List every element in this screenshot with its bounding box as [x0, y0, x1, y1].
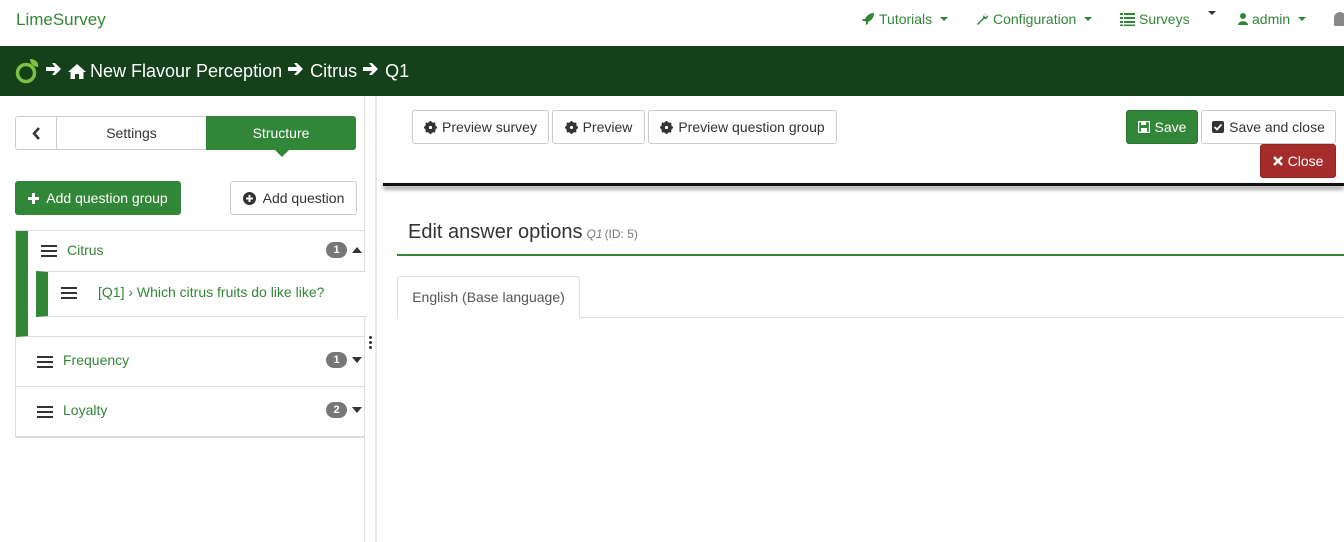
resize-handle-icon[interactable]	[369, 336, 372, 349]
caret-down-icon	[1208, 11, 1216, 15]
preview-question-group-button[interactable]: Preview question group	[648, 110, 837, 144]
list-icon	[1120, 12, 1135, 26]
drag-handle-icon[interactable]	[41, 245, 57, 257]
drag-handle-icon[interactable]	[61, 287, 77, 299]
save-and-close-button[interactable]: Save and close	[1201, 110, 1336, 144]
question-id: (ID: 5)	[604, 227, 638, 241]
save-button[interactable]: Save	[1126, 110, 1198, 144]
collapse-sidebar-button[interactable]	[15, 116, 57, 150]
question-count-badge: 1	[326, 242, 347, 258]
bell-icon[interactable]	[1334, 12, 1344, 26]
check-square-icon	[1212, 121, 1225, 133]
preview-label: Preview	[582, 119, 633, 135]
close-button[interactable]: Close	[1260, 144, 1336, 178]
question-group-tree: Citrus 1 [Q1] › Which citrus fruits do l…	[15, 230, 366, 438]
nav-configuration-label: Configuration	[993, 11, 1077, 27]
caret-up-icon[interactable]	[352, 247, 362, 253]
caret-down-icon	[940, 17, 949, 21]
arrow-right-icon	[288, 62, 304, 81]
preview-survey-button[interactable]: Preview survey	[412, 110, 549, 144]
nav-user-menu[interactable]: admin	[1238, 11, 1307, 27]
gear-icon	[660, 120, 674, 134]
rocket-icon	[862, 13, 874, 25]
nav-tutorials[interactable]: Tutorials	[861, 11, 949, 27]
group-item-frequency[interactable]: Frequency 1	[16, 337, 365, 387]
nav-tutorials-label: Tutorials	[879, 11, 933, 27]
top-navbar: LimeSurvey Tutorials Configuration Surve…	[0, 0, 1344, 46]
drag-handle-icon[interactable]	[37, 356, 53, 368]
drag-handle-icon[interactable]	[37, 406, 53, 418]
plus-circle-icon	[242, 191, 256, 205]
wrench-icon	[977, 13, 989, 25]
nav-surveys-dropdown[interactable]	[1204, 11, 1216, 15]
preview-survey-label: Preview survey	[442, 119, 537, 135]
breadcrumb-question[interactable]: Q1	[385, 61, 409, 82]
close-label: Close	[1287, 153, 1324, 169]
group-name[interactable]: Frequency	[63, 352, 129, 368]
add-question-group-label: Add question group	[46, 190, 168, 206]
plus-icon	[28, 192, 40, 204]
add-question-button[interactable]: Add question	[230, 181, 357, 215]
question-count-badge: 2	[326, 402, 347, 418]
add-question-group-button[interactable]: Add question group	[15, 181, 181, 215]
tab-settings[interactable]: Settings	[57, 116, 207, 150]
save-and-close-label: Save and close	[1229, 119, 1325, 135]
page-title: Edit answer options Q1 (ID: 5)	[408, 221, 638, 244]
chevron-left-icon	[31, 126, 40, 140]
add-question-label: Add question	[262, 190, 345, 206]
breadcrumb: New Flavour Perception Citrus Q1	[0, 46, 1344, 96]
caret-down-icon[interactable]	[352, 407, 362, 413]
arrow-right-icon	[46, 62, 62, 81]
gear-icon	[424, 120, 438, 134]
brand-logo-text[interactable]: LimeSurvey	[16, 10, 106, 30]
nav-surveys-label: Surveys	[1139, 11, 1190, 27]
preview-button[interactable]: Preview	[552, 110, 645, 144]
question-code: Q1	[586, 227, 603, 241]
caret-down-icon	[1084, 17, 1093, 21]
group-item-citrus[interactable]: Citrus 1 [Q1] › Which citrus fruits do l…	[16, 231, 366, 337]
question-count-badge: 1	[326, 352, 347, 368]
nav-configuration[interactable]: Configuration	[975, 11, 1093, 27]
home-icon	[68, 63, 86, 79]
floppy-disk-icon	[1137, 121, 1150, 133]
arrow-right-icon	[363, 62, 379, 81]
tab-divider	[580, 317, 1344, 318]
question-item-q1[interactable]: [Q1] › Which citrus fruits do like like?	[36, 271, 366, 317]
sidebar: Settings Structure Add question group Ad…	[0, 96, 366, 542]
caret-down-icon	[1298, 17, 1307, 21]
caret-down-icon[interactable]	[352, 357, 362, 363]
toolbar-divider	[383, 183, 1344, 186]
tab-structure[interactable]: Structure	[206, 116, 356, 157]
breadcrumb-group[interactable]: Citrus	[310, 61, 357, 82]
page-title-text: Edit answer options	[408, 221, 583, 243]
group-name[interactable]: Citrus	[67, 242, 104, 258]
close-icon	[1272, 156, 1283, 166]
gear-icon	[564, 120, 578, 134]
question-label[interactable]: [Q1] › Which citrus fruits do like like?	[98, 284, 324, 300]
nav-user-label: admin	[1252, 11, 1291, 27]
tab-language-english[interactable]: English (Base language)	[397, 276, 580, 318]
group-item-loyalty[interactable]: Loyalty 2	[16, 387, 365, 437]
group-name[interactable]: Loyalty	[63, 402, 107, 418]
save-label: Save	[1154, 119, 1187, 135]
sidebar-resize-bar[interactable]	[375, 96, 377, 542]
limesurvey-logo-icon[interactable]	[14, 57, 40, 85]
user-icon	[1238, 13, 1248, 25]
nav-surveys[interactable]: Surveys	[1120, 11, 1190, 27]
title-divider	[397, 254, 1344, 256]
preview-question-group-label: Preview question group	[678, 119, 825, 135]
breadcrumb-survey[interactable]: New Flavour Perception	[90, 61, 282, 82]
